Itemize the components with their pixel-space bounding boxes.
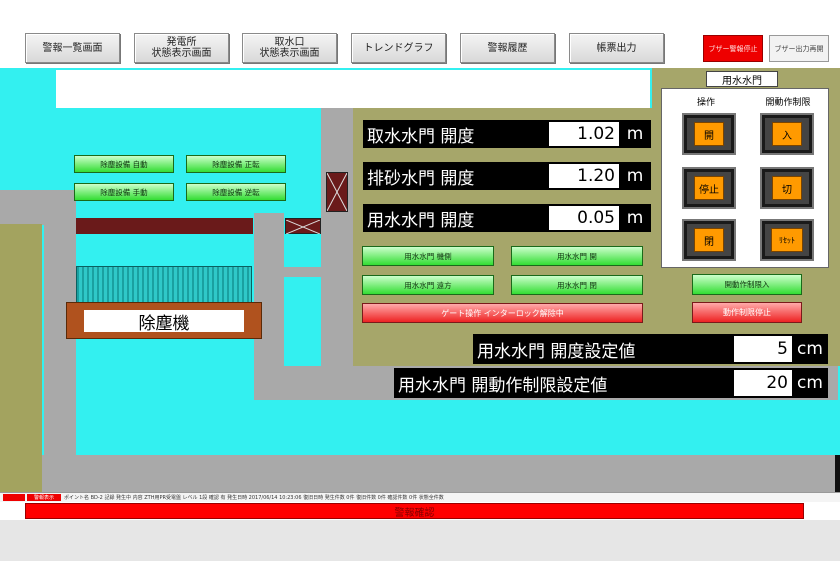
open-limit-header: 開動作制限	[765, 98, 811, 108]
button-label: 切	[772, 176, 802, 200]
setpoint-unit: cm	[797, 373, 823, 393]
intake-gate-reading: 取水水門 開度 1.02 m	[363, 120, 651, 148]
trend-graph-button[interactable]: トレンドグラフ	[351, 33, 446, 63]
bottom-floor	[42, 455, 840, 492]
button-label: 閉	[694, 228, 724, 252]
setpoint-label: 用水水門 開動作制限設定値	[398, 375, 608, 396]
upper-white-area	[56, 70, 650, 108]
reading-label: 取水水門 開度	[367, 126, 475, 147]
limit-off-button[interactable]: 切	[760, 167, 814, 209]
gate-local-button[interactable]: 用水水門 機側	[362, 246, 494, 266]
limit-reset-button[interactable]: ﾘｾｯﾄ	[760, 219, 814, 261]
left-olive-strip	[0, 224, 42, 492]
gate-close-button[interactable]: 用水水門 閉	[511, 275, 643, 295]
status-text: ポイント名 BD-2 記録 発生中 内容 ZTH用PR受電盤 レベル 1段 確認…	[64, 495, 444, 501]
edge-strip	[835, 455, 840, 492]
limit-stop-button[interactable]: 動作制限停止	[692, 302, 802, 323]
open-gate-button[interactable]: 開	[682, 113, 736, 155]
setpoint-label: 用水水門 開度設定値	[477, 341, 636, 362]
dust-forward-button[interactable]: 除塵設備 正転	[186, 155, 286, 173]
close-gate-button[interactable]: 閉	[682, 219, 736, 261]
reading-value: 1.20	[549, 164, 619, 188]
stop-gate-button[interactable]: 停止	[682, 167, 736, 209]
limit-on-button[interactable]: 入	[760, 113, 814, 155]
pier-link	[284, 267, 354, 277]
walkway-bridge	[76, 218, 253, 234]
dust-remover-label: 除塵機	[84, 310, 244, 334]
reading-value: 0.05	[549, 206, 619, 230]
interlock-release-button[interactable]: ゲート操作 インターロック解除中	[362, 303, 643, 323]
gate-open-button[interactable]: 用水水門 開	[511, 246, 643, 266]
reading-value: 1.02	[549, 122, 619, 146]
control-panel-title: 用水水門	[706, 71, 778, 87]
scada-screen: { "nav": [ {"label":"警報一覧画面"}, {"label":…	[0, 0, 840, 561]
reading-unit: m	[626, 124, 644, 144]
intake-status-button[interactable]: 取水口 状態表示画面	[242, 33, 337, 63]
plant-status-button[interactable]: 発電所 状態表示画面	[134, 33, 229, 63]
reading-label: 排砂水門 開度	[367, 168, 475, 189]
status-bar: 警報表示 ポイント名 BD-2 記録 発生中 内容 ZTH用PR受電盤 レベル …	[0, 492, 840, 502]
intake-gate-icon	[326, 172, 348, 212]
setpoint-value[interactable]: 5	[734, 336, 792, 362]
sand-gate-reading: 排砂水門 開度 1.20 m	[363, 162, 651, 190]
open-limit-on-button[interactable]: 開動作制限入	[692, 274, 802, 295]
alarm-confirm-button[interactable]: 警報確認	[25, 503, 804, 519]
opening-setpoint: 用水水門 開度設定値 5 cm	[473, 334, 828, 364]
inner-pier	[254, 213, 284, 368]
button-label: ﾘｾｯﾄ	[771, 228, 803, 252]
dust-reverse-button[interactable]: 除塵設備 逆転	[186, 183, 286, 201]
gate-remote-button[interactable]: 用水水門 遠方	[362, 275, 494, 295]
alarm-history-button[interactable]: 警報履歴	[460, 33, 555, 63]
dust-auto-button[interactable]: 除塵設備 自動	[74, 155, 174, 173]
dust-manual-button[interactable]: 除塵設備 手動	[74, 183, 174, 201]
setpoint-value[interactable]: 20	[734, 370, 792, 396]
buzzer-stop-button[interactable]: ブザー警報停止	[703, 35, 763, 62]
sand-gate-icon	[285, 218, 321, 235]
reading-unit: m	[626, 208, 644, 228]
reading-unit: m	[626, 166, 644, 186]
alarm-lamp	[3, 494, 25, 501]
reading-label: 用水水門 開度	[367, 210, 475, 231]
button-label: 停止	[694, 176, 724, 200]
alarm-indicator[interactable]: 警報表示	[27, 494, 61, 501]
center-pier	[321, 108, 353, 368]
buzzer-resume-button[interactable]: ブザー出力再開	[769, 35, 829, 62]
left-bank	[0, 190, 44, 225]
bottom-margin	[0, 520, 840, 561]
open-limit-setpoint: 用水水門 開動作制限設定値 20 cm	[394, 368, 828, 398]
report-output-button[interactable]: 帳票出力	[569, 33, 664, 63]
dust-screen	[76, 266, 252, 304]
button-label: 開	[694, 122, 724, 146]
water-gate-control-panel: 用水水門 操作 開動作制限 開 停止 閉 入 切 ﾘｾｯﾄ	[661, 71, 829, 268]
operation-header: 操作	[696, 98, 715, 108]
water-gate-reading: 用水水門 開度 0.05 m	[363, 204, 651, 232]
alarm-list-button[interactable]: 警報一覧画面	[25, 33, 120, 63]
button-label: 入	[772, 122, 802, 146]
setpoint-unit: cm	[797, 339, 823, 359]
